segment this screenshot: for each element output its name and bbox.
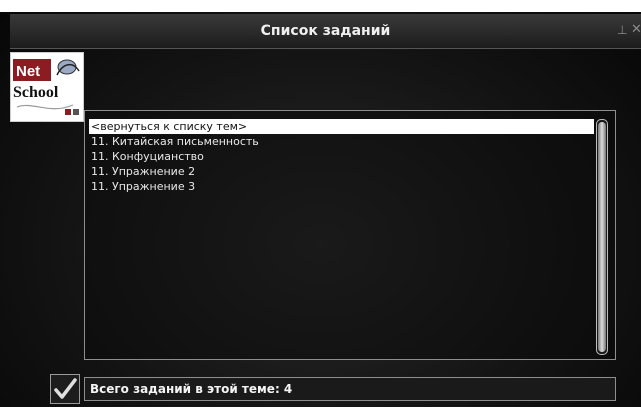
checkmark-icon: [54, 378, 77, 399]
netschool-logo: Net School: [10, 52, 84, 122]
status-bar: Всего заданий в этой теме: 4: [84, 377, 616, 401]
list-item-exercise-3[interactable]: 11. Упражнение 3: [89, 179, 594, 194]
task-count-text: Всего заданий в этой теме: 4: [90, 382, 293, 396]
netschool-logo-icon: Net School: [13, 59, 80, 115]
list-item-back-to-topics[interactable]: <вернуться к списку тем>: [89, 119, 594, 134]
logo-text-school: School: [13, 84, 59, 101]
scrollbar-thumb[interactable]: [598, 122, 606, 352]
task-list: <вернуться к списку тем> 11. Китайская п…: [89, 119, 594, 194]
title-bar[interactable]: Список заданий ⊥ ✕: [10, 14, 641, 49]
confirm-checkbox[interactable]: [50, 374, 80, 404]
logo-text-net: Net: [16, 63, 40, 80]
pin-icon[interactable]: ⊥: [617, 23, 627, 37]
list-item-chinese-writing[interactable]: 11. Китайская письменность: [89, 134, 594, 149]
task-list-window: Список заданий ⊥ ✕ Net School <вернуться…: [0, 0, 641, 407]
list-item-exercise-2[interactable]: 11. Упражнение 2: [89, 164, 594, 179]
window-title: Список заданий: [260, 23, 391, 39]
list-scrollbar[interactable]: [596, 119, 608, 355]
list-item-confucianism[interactable]: 11. Конфуцианство: [89, 149, 594, 164]
top-strip: [0, 0, 641, 12]
close-icon[interactable]: ✕: [631, 23, 641, 37]
task-list-box[interactable]: <вернуться к списку тем> 11. Китайская п…: [84, 110, 616, 360]
